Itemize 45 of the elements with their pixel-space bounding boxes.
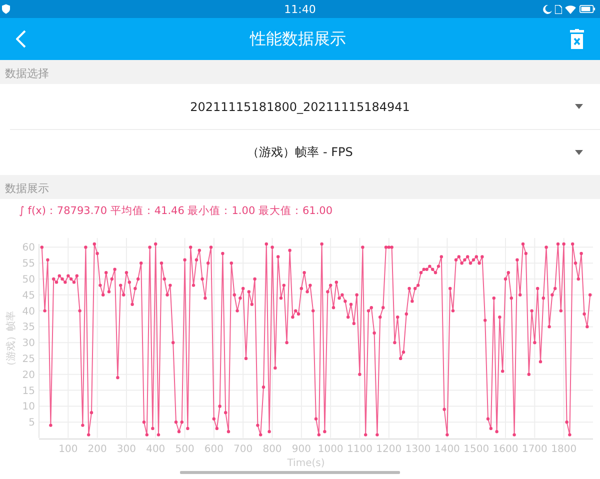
x-tick-label: 300 [116,444,136,455]
x-tick-label: 1800 [551,444,577,455]
x-tick-label: 900 [292,444,311,455]
page-title: 性能数据展示 [250,28,346,50]
x-tick-label: 1000 [318,444,344,455]
stats-summary: ∫ f(x)：78793.70 平均值：41.46 最小值：1.00 最大值：61.00 [18,204,334,219]
section-header: 数据选择 [0,60,600,84]
y-tick-label: 40 [22,306,35,318]
y-tick-label: 35 [22,322,35,334]
section-header: 数据展示 [0,175,600,199]
x-tick-label: 600 [204,444,224,455]
y-tick-label: 5 [28,418,35,429]
x-tick-label: 1300 [405,444,431,455]
x-tick-label: 200 [88,444,107,455]
y-tick-label: 50 [22,274,35,286]
x-tick-label: 700 [234,444,253,455]
back-button[interactable] [14,28,28,50]
wifi-icon [565,4,576,14]
shield-icon [2,4,10,14]
x-tick-label: 1400 [434,444,460,455]
x-tick-label: 1700 [522,444,548,455]
y-tick-label: 55 [22,258,35,270]
y-tick-label: 45 [22,290,35,302]
x-tick-label: 1200 [376,444,402,455]
y-tick-label: 10 [22,402,35,413]
y-tick-label: 25 [22,354,35,365]
x-tick-label: 1100 [347,444,372,455]
x-tick-label: 500 [175,444,194,455]
delete-button[interactable] [568,27,586,51]
scrollbar[interactable] [180,471,400,474]
y-tick-label: 20 [22,370,35,381]
y-tick-label: 60 [22,242,35,254]
y-tick-label: 15 [22,386,35,397]
x-tick-label: 800 [262,444,282,455]
moon-icon [543,4,552,14]
caret-icon [575,104,583,109]
x-tick-label: 1600 [492,444,518,455]
clock-time: 11:40 [284,2,316,16]
x-tick-label: 1500 [464,444,490,455]
caret-icon [575,150,583,155]
x-tick-label: 400 [146,444,166,455]
y-tick-label: 30 [22,338,35,350]
battery-icon [579,5,596,13]
sim-card-icon [555,4,562,14]
x-tick-label: 100 [58,444,78,455]
